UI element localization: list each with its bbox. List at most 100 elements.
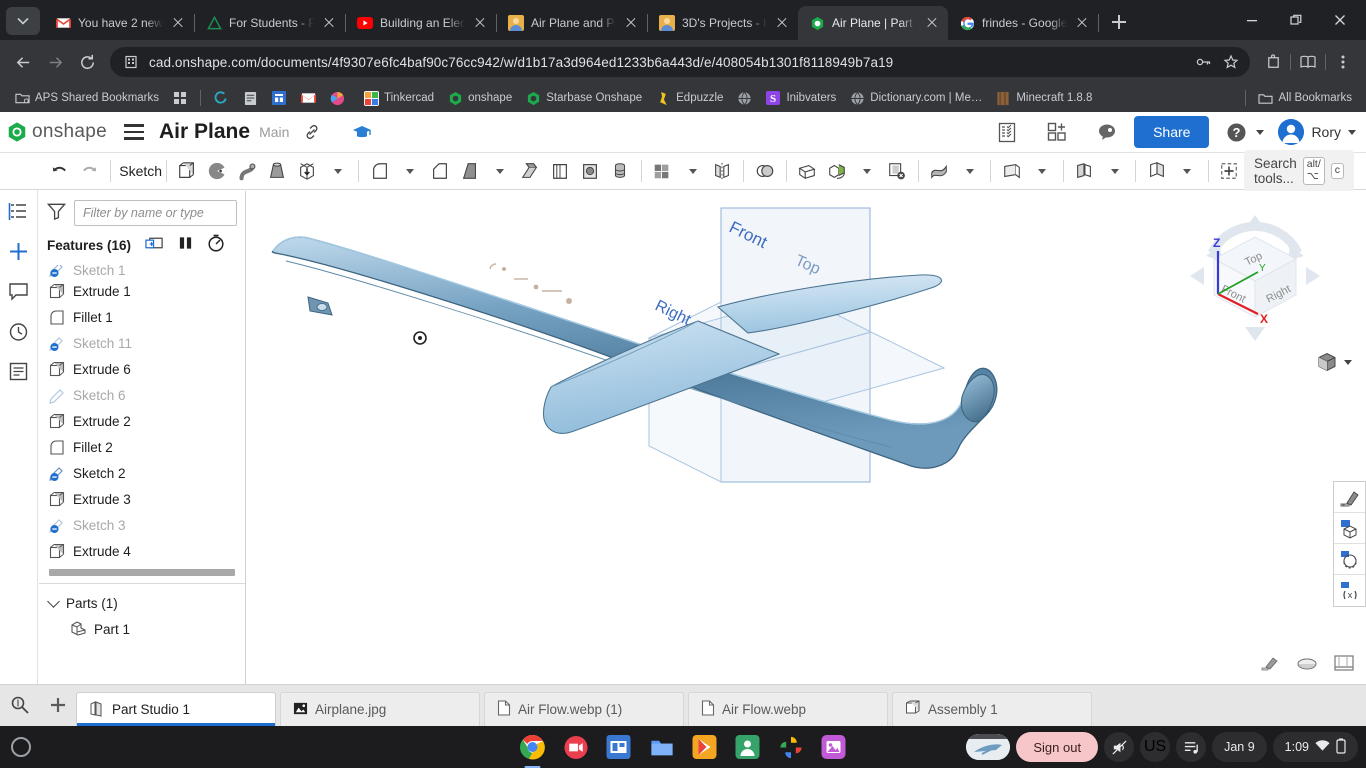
tab-search-button[interactable] <box>6 7 40 35</box>
transform-dropdown[interactable] <box>852 154 882 188</box>
back-icon[interactable] <box>8 47 38 77</box>
pause-icon[interactable] <box>178 235 193 256</box>
bookmark-item[interactable]: Edpuzzle <box>650 87 728 109</box>
chrome-icon[interactable] <box>520 734 546 760</box>
bookmark-item[interactable] <box>731 87 757 109</box>
search-elements-icon[interactable] <box>0 684 40 726</box>
reading-list-icon[interactable] <box>1293 47 1323 77</box>
display-state-icon[interactable] <box>1260 655 1280 676</box>
date-display[interactable]: Jan 9 <box>1212 732 1267 762</box>
fillet-icon[interactable] <box>365 154 395 188</box>
contacts-icon[interactable] <box>735 734 761 760</box>
feature-item[interactable]: Fillet 1 <box>39 304 245 330</box>
revolve-icon[interactable] <box>202 154 232 188</box>
help-icon[interactable]: ? <box>1223 119 1249 145</box>
browser-tab-active[interactable]: Air Plane | Part St <box>798 6 948 40</box>
feature-list-icon[interactable] <box>6 198 32 224</box>
chrome-menu-icon[interactable] <box>1328 47 1358 77</box>
status-area[interactable]: 1:09 <box>1272 732 1358 762</box>
pattern-icon[interactable] <box>647 154 677 188</box>
close-icon[interactable] <box>924 15 940 31</box>
redo-icon[interactable] <box>74 154 104 188</box>
help-menu[interactable]: ? <box>1223 119 1265 145</box>
boolean-icon[interactable] <box>750 154 780 188</box>
thicken-icon[interactable] <box>292 154 322 188</box>
feature-item[interactable]: Extrude 6 <box>39 356 245 382</box>
bookmark-item[interactable]: onshape <box>442 87 517 109</box>
grid-settings-icon[interactable]: x <box>1334 575 1365 606</box>
offset-surface-icon[interactable] <box>1069 154 1099 188</box>
forward-icon[interactable] <box>40 47 70 77</box>
view-cube[interactable]: Top Front Right Z X Y <box>1180 201 1330 351</box>
address-bar[interactable]: cad.onshape.com/documents/4f9307e6fc4baf… <box>110 47 1250 77</box>
panel-icon[interactable] <box>1334 655 1354 676</box>
extensions-icon[interactable] <box>1258 47 1288 77</box>
offset-dropdown[interactable] <box>1099 154 1129 188</box>
browser-tab[interactable]: Air Plane and Pu <box>497 6 647 40</box>
element-tab-air-flow-webp[interactable]: Air Flow.webp <box>688 692 888 726</box>
parts-header[interactable]: Parts (1) <box>39 590 245 616</box>
bookmark-item[interactable] <box>208 87 234 109</box>
draft-dropdown[interactable] <box>485 154 515 188</box>
add-folder-icon[interactable] <box>145 235 164 256</box>
appearance-icon[interactable] <box>1334 482 1365 513</box>
thread-icon[interactable] <box>605 154 635 188</box>
chevron-down-icon[interactable] <box>1344 359 1352 365</box>
extrude-icon[interactable] <box>172 154 202 188</box>
share-button[interactable]: Share <box>1134 116 1210 148</box>
close-icon[interactable] <box>170 15 186 31</box>
history-icon[interactable] <box>6 318 32 344</box>
feature-item[interactable]: Extrude 3 <box>39 486 245 512</box>
feature-item[interactable]: Sketch 3 <box>39 512 245 538</box>
feature-item[interactable]: Extrude 2 <box>39 408 245 434</box>
photos-icon[interactable] <box>778 734 804 760</box>
hole-icon[interactable] <box>575 154 605 188</box>
document-branch[interactable]: Main <box>259 124 289 140</box>
minimize-icon[interactable] <box>1230 5 1274 35</box>
close-icon[interactable] <box>1318 5 1362 35</box>
document-title[interactable]: Air Plane <box>159 120 250 144</box>
sign-out-button[interactable]: Sign out <box>1016 732 1099 762</box>
rollback-bar[interactable] <box>49 569 235 576</box>
sweep-icon[interactable] <box>232 154 262 188</box>
search-tools[interactable]: Search tools... alt/⌥ c <box>1243 150 1355 192</box>
element-tab-assembly-1[interactable]: Assembly 1 <box>892 692 1092 726</box>
password-key-icon[interactable] <box>1195 53 1213 71</box>
bookmark-item[interactable]: Tinkercad <box>358 87 439 109</box>
app-store-icon[interactable] <box>1044 119 1070 145</box>
thicken-dropdown[interactable] <box>322 154 352 188</box>
view-style-menu[interactable] <box>1316 351 1352 373</box>
close-icon[interactable] <box>321 15 337 31</box>
files-icon[interactable] <box>649 734 675 760</box>
feature-item[interactable]: Sketch 6 <box>39 382 245 408</box>
bookmark-item[interactable] <box>167 87 193 109</box>
shaded-view-icon[interactable] <box>1316 351 1338 373</box>
launcher-icon[interactable] <box>0 737 42 757</box>
close-icon[interactable] <box>623 15 639 31</box>
add-tab-icon[interactable] <box>40 684 76 726</box>
browser-tab[interactable]: For Students - Pa <box>195 6 345 40</box>
comments-icon[interactable] <box>6 278 32 304</box>
split-dropdown[interactable] <box>954 154 984 188</box>
element-tab-air-flow-webp-1[interactable]: Air Flow.webp (1) <box>484 692 684 726</box>
feature-item[interactable]: Extrude 4 <box>39 538 245 564</box>
render-icon[interactable] <box>1334 513 1365 544</box>
bookmark-item[interactable] <box>266 87 292 109</box>
close-icon[interactable] <box>774 15 790 31</box>
delete-face-icon[interactable] <box>882 154 912 188</box>
pattern-dropdown[interactable] <box>677 154 707 188</box>
close-icon[interactable] <box>1074 15 1090 31</box>
close-icon[interactable] <box>472 15 488 31</box>
element-tab-airplane-jpg[interactable]: Airplane.jpg <box>280 692 480 726</box>
restore-icon[interactable] <box>1274 5 1318 35</box>
fillet-dropdown[interactable] <box>395 154 425 188</box>
browser-tab[interactable]: You have 2 new c <box>44 6 194 40</box>
feature-item[interactable]: Sketch 11 <box>39 330 245 356</box>
bookmark-item[interactable] <box>295 87 321 109</box>
split-icon[interactable] <box>924 154 954 188</box>
release-candidate-icon[interactable] <box>994 119 1020 145</box>
bookmark-item[interactable]: Starbase Onshape <box>520 87 647 109</box>
element-tab-part-studio-1[interactable]: Part Studio 1 <box>76 692 276 726</box>
graphics-viewport[interactable]: Front Top Right Top Front Right Z X Y x <box>246 191 1366 684</box>
gallery-icon[interactable] <box>821 734 847 760</box>
